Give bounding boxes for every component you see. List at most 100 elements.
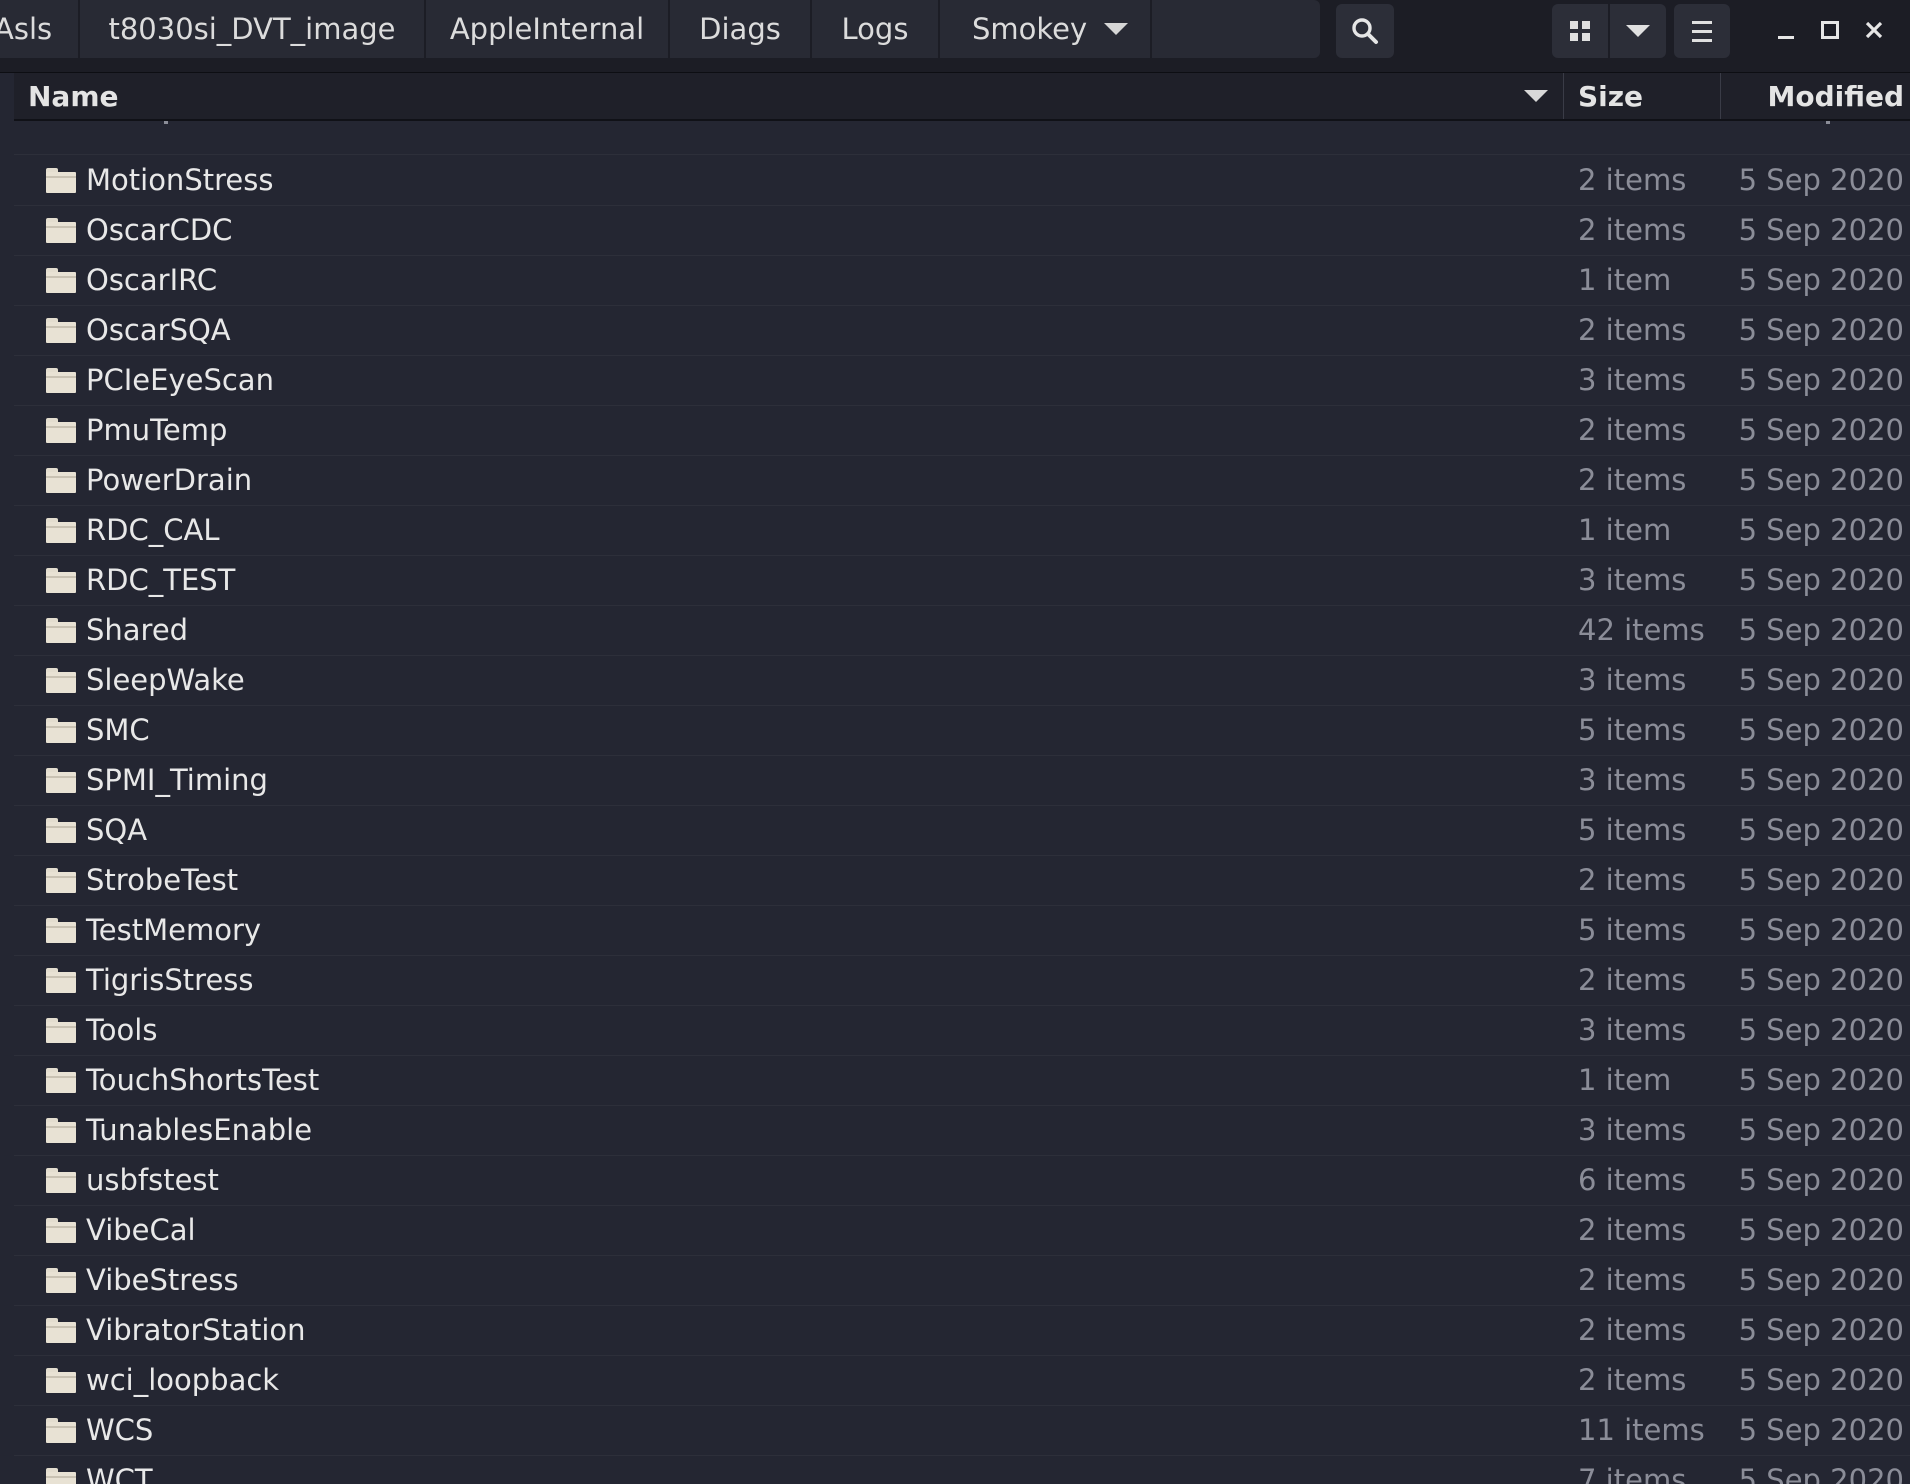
table-row[interactable]: TouchShortsTest 1 item 5 Sep 2020 [14, 1056, 1910, 1106]
file-name: TunablesEnable [86, 1113, 313, 1147]
file-name: PowerDrain [86, 463, 253, 497]
table-row[interactable]: VibeCal 2 items 5 Sep 2020 [14, 1206, 1910, 1256]
breadcrumb-item-t8030si-dvt-image[interactable]: t8030si_DVT_image [80, 0, 426, 58]
table-row[interactable]: SQA 5 items 5 Sep 2020 [14, 806, 1910, 856]
breadcrumb-item-diags[interactable]: Diags [670, 0, 812, 58]
minimize-icon[interactable] [1766, 10, 1806, 50]
table-row[interactable]: VibratorStation 2 items 5 Sep 2020 [14, 1306, 1910, 1356]
file-modified: 5 Sep 2020 [1738, 1113, 1904, 1147]
file-size: 2 items [1578, 463, 1687, 497]
folder-icon [46, 618, 76, 643]
file-name: TigrisStress [86, 963, 254, 997]
breadcrumb-item-appleinternal[interactable]: AppleInternal [426, 0, 670, 58]
file-name: VibratorStation [86, 1313, 306, 1347]
file-modified: 5 Sep 2020 [1738, 963, 1904, 997]
maximize-icon[interactable] [1810, 10, 1850, 50]
file-modified: 5 Sep 2020 [1738, 1163, 1904, 1197]
file-modified: 5 Sep 2020 [1738, 1263, 1904, 1297]
folder-icon [46, 1318, 76, 1343]
view-toggle-group [1552, 4, 1666, 58]
folder-icon [46, 1118, 76, 1143]
column-header-modified[interactable]: Modified [1721, 73, 1910, 119]
file-modified: 5 Sep 2020 [1738, 1463, 1904, 1484]
grid-view-button[interactable] [1552, 4, 1610, 58]
folder-icon [46, 918, 76, 943]
table-row[interactable]: TestMemory 5 items 5 Sep 2020 [14, 906, 1910, 956]
column-header-size[interactable]: Size [1564, 73, 1721, 119]
table-row[interactable]: RDC_TEST 3 items 5 Sep 2020 [14, 556, 1910, 606]
file-modified: 5 Sep 2020 [1738, 713, 1904, 747]
search-button[interactable] [1336, 4, 1394, 58]
table-row[interactable]: Shared 42 items 5 Sep 2020 [14, 606, 1910, 656]
file-modified: 5 Sep 2020 [1738, 613, 1904, 647]
folder-icon [46, 168, 76, 193]
file-name: SQA [86, 813, 148, 847]
file-modified: 5 Sep 2020 [1738, 813, 1904, 847]
folder-icon [46, 268, 76, 293]
folder-icon [46, 1018, 76, 1043]
folder-icon [46, 768, 76, 793]
table-row[interactable]: SleepWake 3 items 5 Sep 2020 [14, 656, 1910, 706]
file-name: SleepWake [86, 663, 245, 697]
breadcrumb-item-logs[interactable]: Logs [812, 0, 940, 58]
table-row[interactable]: PmuTemp 2 items 5 Sep 2020 [14, 406, 1910, 456]
table-row[interactable]: SMC 5 items 5 Sep 2020 [14, 706, 1910, 756]
table-row[interactable]: TigrisStress 2 items 5 Sep 2020 [14, 956, 1910, 1006]
table-row[interactable]: wci_loopback 2 items 5 Sep 2020 [14, 1356, 1910, 1406]
file-name: SMC [86, 713, 150, 747]
breadcrumb-item-smokey[interactable]: Smokey [940, 0, 1152, 58]
grid-view-icon [1570, 21, 1590, 41]
table-row[interactable]: Tools 3 items 5 Sep 2020 [14, 1006, 1910, 1056]
file-list-view[interactable]: Name Size Modified MotionStress 2 items 5 … [14, 73, 1910, 1484]
file-modified: 5 Sep 2020 [1738, 1063, 1904, 1097]
table-row[interactable]: PowerDrain 2 items 5 Sep 2020 [14, 456, 1910, 506]
folder-icon [46, 968, 76, 993]
breadcrumb: Asls t8030si_DVT_image AppleInternal Dia… [0, 0, 1320, 58]
file-size: 3 items [1578, 663, 1687, 697]
folder-icon [46, 1468, 76, 1484]
file-size: 2 items [1578, 1213, 1687, 1247]
file-size: 1 item [1578, 1063, 1672, 1097]
file-name: RDC_CAL [86, 513, 220, 547]
view-options-button[interactable] [1610, 4, 1666, 58]
close-icon[interactable] [1854, 10, 1894, 50]
file-size: 2 items [1578, 213, 1687, 247]
file-name: StrobeTest [86, 863, 239, 897]
table-row[interactable]: SPMI_Timing 3 items 5 Sep 2020 [14, 756, 1910, 806]
column-header-name[interactable]: Name [14, 73, 1564, 119]
table-row[interactable]: TunablesEnable 3 items 5 Sep 2020 [14, 1106, 1910, 1156]
breadcrumb-item-asls[interactable]: Asls [0, 0, 80, 58]
table-row[interactable]: PCIeEyeScan 3 items 5 Sep 2020 [14, 356, 1910, 406]
table-row[interactable]: OscarSQA 2 items 5 Sep 2020 [14, 306, 1910, 356]
table-row[interactable]: OscarCDC 2 items 5 Sep 2020 [14, 206, 1910, 256]
table-row[interactable]: RDC_CAL 1 item 5 Sep 2020 [14, 506, 1910, 556]
folder-icon [46, 718, 76, 743]
file-modified: 5 Sep 2020 [1738, 863, 1904, 897]
table-row[interactable]: StrobeTest 2 items 5 Sep 2020 [14, 856, 1910, 906]
file-modified: 5 Sep 2020 [1738, 563, 1904, 597]
folder-icon [46, 568, 76, 593]
column-header-row: Name Size Modified [14, 73, 1910, 121]
sort-descending-icon[interactable] [1524, 90, 1548, 102]
table-row[interactable]: WCS 11 items 5 Sep 2020 [14, 1406, 1910, 1456]
file-name: WCS [86, 1413, 154, 1447]
file-name: RDC_TEST [86, 563, 236, 597]
breadcrumb-item-empty[interactable] [1152, 0, 1320, 58]
chevron-down-icon[interactable] [1104, 23, 1128, 35]
table-row[interactable]: OscarIRC 1 item 5 Sep 2020 [14, 256, 1910, 306]
file-modified: 5 Sep 2020 [1738, 263, 1904, 297]
file-name: Shared [86, 613, 189, 647]
table-row[interactable]: usbfstest 6 items 5 Sep 2020 [14, 1156, 1910, 1206]
file-size: 7 items [1578, 1463, 1687, 1484]
search-icon [1352, 18, 1378, 44]
main-menu-button[interactable] [1674, 4, 1730, 58]
folder-icon [46, 418, 76, 443]
file-name: wci_loopback [86, 1363, 280, 1397]
table-row[interactable]: MotionStress 2 items 5 Sep 2020 [14, 156, 1910, 206]
file-name: WCT [86, 1463, 153, 1484]
file-size: 2 items [1578, 163, 1687, 197]
table-row[interactable]: WCT 7 items 5 Sep 2020 [14, 1456, 1910, 1484]
file-modified: 5 Sep 2020 [1738, 463, 1904, 497]
file-size: 5 items [1578, 913, 1687, 947]
table-row[interactable]: VibeStress 2 items 5 Sep 2020 [14, 1256, 1910, 1306]
